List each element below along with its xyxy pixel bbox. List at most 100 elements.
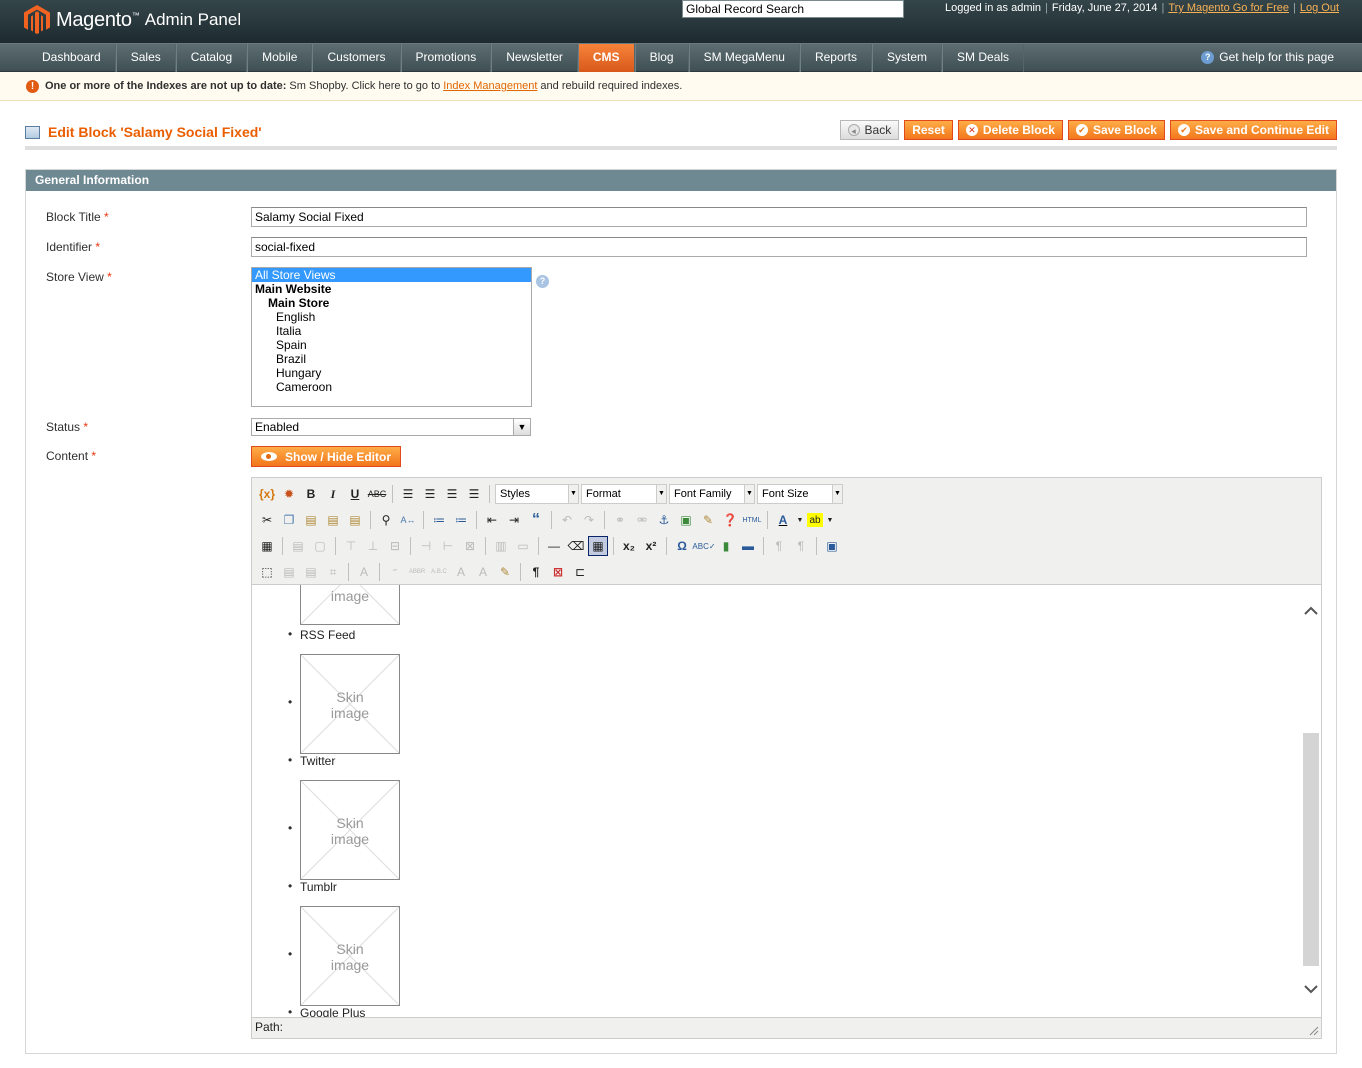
save-and-continue-button[interactable]: ✔ Save and Continue Edit — [1169, 120, 1337, 140]
align-right-icon[interactable]: ☰ — [442, 484, 462, 504]
bullet-list-icon[interactable]: ≔ — [429, 510, 449, 530]
table-properties-icon[interactable]: ▦ — [257, 536, 277, 556]
nonbreaking-icon[interactable]: ⊠ — [548, 562, 568, 582]
ins-icon[interactable]: A — [473, 562, 493, 582]
indent-icon[interactable]: ⇥ — [504, 510, 524, 530]
delete-block-button[interactable]: ✕ Delete Block — [957, 120, 1063, 140]
find-icon[interactable]: ⚲ — [376, 510, 396, 530]
row-before-icon[interactable]: ⊤ — [341, 536, 361, 556]
copy-icon[interactable]: ❐ — [279, 510, 299, 530]
status-select[interactable]: Enabled ▼ — [251, 418, 531, 436]
abbr-icon[interactable]: ABBR — [407, 562, 427, 582]
spellcheck-icon[interactable]: ABC✓ — [692, 536, 715, 556]
del-icon[interactable]: A — [451, 562, 471, 582]
unlink-icon[interactable]: ⚮ — [632, 510, 652, 530]
row-props-icon[interactable]: ▤ — [288, 536, 308, 556]
superscript-icon[interactable]: x² — [641, 536, 661, 556]
move-forward-icon[interactable]: ▤ — [279, 562, 299, 582]
chevron-down-icon[interactable]: ▼ — [825, 510, 835, 530]
store-option-spain[interactable]: Spain — [252, 338, 531, 352]
nav-item-promotions[interactable]: Promotions — [400, 44, 492, 72]
link-icon[interactable]: ⚭ — [610, 510, 630, 530]
reset-button[interactable]: Reset — [904, 120, 953, 140]
cleanup-icon[interactable]: ✎ — [698, 510, 718, 530]
fullscreen-icon[interactable]: ▬ — [738, 536, 758, 556]
outdent-icon[interactable]: ⇤ — [482, 510, 502, 530]
try-magento-go-link[interactable]: Try Magento Go for Free — [1168, 2, 1289, 14]
cell-props-icon[interactable]: ▢ — [310, 536, 330, 556]
merge-cells-icon[interactable]: ▭ — [513, 536, 533, 556]
move-backward-icon[interactable]: ▤ — [301, 562, 321, 582]
nav-item-dashboard[interactable]: Dashboard — [28, 44, 116, 72]
save-block-button[interactable]: ✔ Save Block — [1067, 120, 1165, 140]
chevron-down-icon[interactable]: ▼ — [795, 510, 805, 530]
page-break-icon[interactable]: ⊏ — [570, 562, 590, 582]
block-title-input[interactable]: Salamy Social Fixed — [251, 207, 1307, 227]
replace-icon[interactable]: A↔ — [398, 510, 418, 530]
store-option-italia[interactable]: Italia — [252, 324, 531, 338]
insert-variable-icon[interactable]: {x} — [257, 484, 277, 504]
font-family-dropdown[interactable]: Font Family ▼ — [669, 484, 755, 504]
resize-handle-icon[interactable] — [1309, 1026, 1319, 1036]
nav-item-mobile[interactable]: Mobile — [247, 44, 313, 72]
nav-item-customers[interactable]: Customers — [312, 44, 401, 72]
show-hide-editor-button[interactable]: Show / Hide Editor — [251, 446, 402, 467]
help-link[interactable]: ? Get help for this page — [1201, 50, 1334, 64]
media-icon[interactable]: ▮ — [716, 536, 736, 556]
paste-icon[interactable]: ▤ — [301, 510, 321, 530]
anchor-icon[interactable]: ⚓ — [654, 510, 674, 530]
remove-format-icon[interactable]: ⌫ — [566, 536, 586, 556]
styles-dropdown[interactable]: Styles ▼ — [495, 484, 579, 504]
bold-icon[interactable]: B — [301, 484, 321, 504]
undo-icon[interactable]: ↶ — [557, 510, 577, 530]
store-option-hungary[interactable]: Hungary — [252, 366, 531, 380]
italic-icon[interactable]: I — [323, 484, 343, 504]
global-record-search-input[interactable]: Global Record Search — [682, 0, 904, 18]
store-view-help-icon[interactable]: ? — [536, 275, 549, 288]
store-option-english[interactable]: English — [252, 310, 531, 324]
absolute-icon[interactable]: ⌗ — [323, 562, 343, 582]
store-view-multiselect[interactable]: All Store Views Main Website Main Store … — [251, 267, 532, 407]
underline-icon[interactable]: U — [345, 484, 365, 504]
html-source-icon[interactable]: HTML — [742, 510, 762, 530]
nav-item-blog[interactable]: Blog — [634, 44, 689, 72]
col-before-icon[interactable]: ⊣ — [416, 536, 436, 556]
help-icon[interactable]: ❓ — [720, 510, 740, 530]
nav-item-catalog[interactable]: Catalog — [175, 44, 248, 72]
cite-icon[interactable]: “” — [385, 562, 405, 582]
delete-col-icon[interactable]: ⊠ — [460, 536, 480, 556]
col-after-icon[interactable]: ⊢ — [438, 536, 458, 556]
horizontal-rule-icon[interactable]: ― — [544, 536, 564, 556]
image-icon[interactable]: ▣ — [676, 510, 696, 530]
font-size-dropdown[interactable]: Font Size ▼ — [757, 484, 843, 504]
nav-item-cms[interactable]: CMS — [577, 44, 635, 72]
align-justify-icon[interactable]: ☰ — [464, 484, 484, 504]
ltr-icon[interactable]: ¶ — [769, 536, 789, 556]
nav-item-system[interactable]: System — [872, 44, 943, 72]
background-color-icon[interactable]: ab — [807, 513, 823, 527]
index-management-link[interactable]: Index Management — [443, 80, 537, 92]
align-center-icon[interactable]: ☰ — [420, 484, 440, 504]
nav-item-newsletter[interactable]: Newsletter — [491, 44, 578, 72]
nav-item-reports[interactable]: Reports — [799, 44, 872, 72]
store-option-brazil[interactable]: Brazil — [252, 352, 531, 366]
cut-icon[interactable]: ✂ — [257, 510, 277, 530]
redo-icon[interactable]: ↷ — [579, 510, 599, 530]
split-cells-icon[interactable]: ▥ — [491, 536, 511, 556]
editor-scrollbar[interactable] — [1301, 585, 1321, 1017]
subscript-icon[interactable]: x₂ — [619, 536, 639, 556]
visual-aid-icon[interactable]: ▦ — [588, 536, 608, 556]
paste-word-icon[interactable]: ▤ — [345, 510, 365, 530]
chevron-up-icon[interactable] — [1301, 601, 1321, 621]
paste-text-icon[interactable]: ▤ — [323, 510, 343, 530]
show-blocks-icon[interactable]: ¶ — [526, 562, 546, 582]
scrollbar-thumb[interactable] — [1303, 733, 1319, 966]
chevron-down-icon[interactable] — [1301, 979, 1321, 999]
nav-item-sm-deals[interactable]: SM Deals — [942, 44, 1025, 72]
row-after-icon[interactable]: ⊥ — [363, 536, 383, 556]
store-option-all[interactable]: All Store Views — [252, 268, 531, 282]
rtl-icon[interactable]: ¶ — [791, 536, 811, 556]
back-button[interactable]: ◂ Back — [839, 120, 900, 140]
styleprops-icon[interactable]: A — [354, 562, 374, 582]
text-color-icon[interactable]: A — [773, 510, 793, 530]
